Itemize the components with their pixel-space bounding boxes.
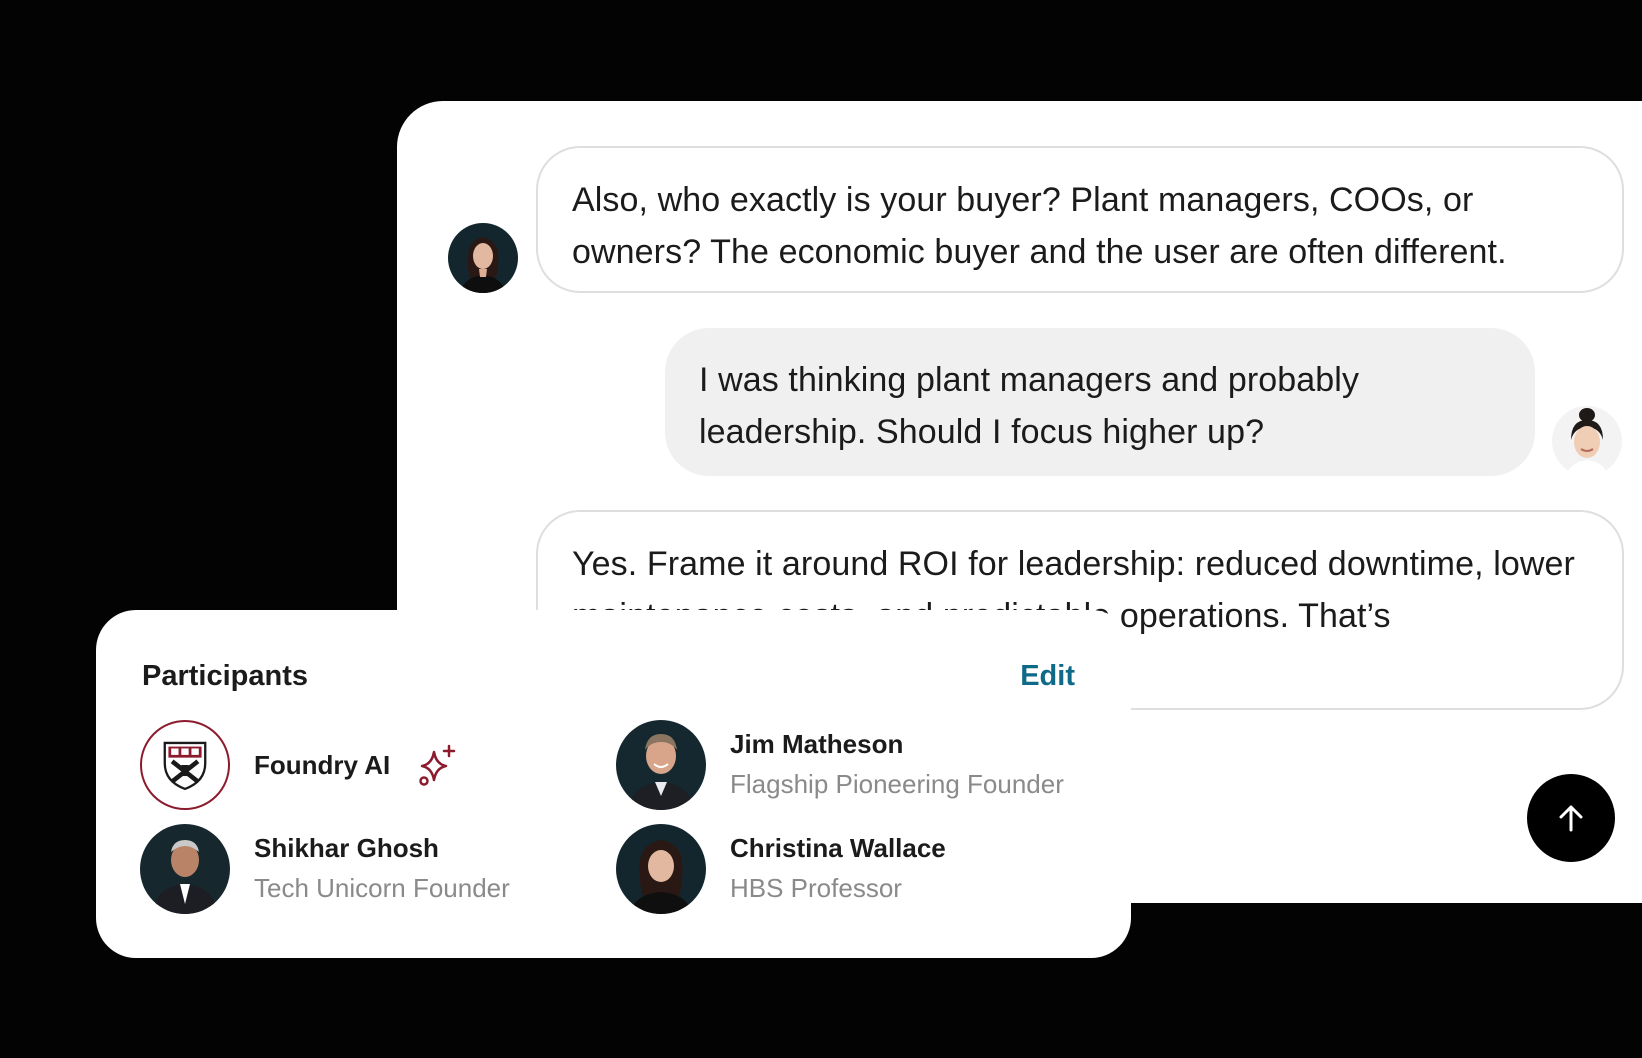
advisor-message: Also, who exactly is your buyer? Plant m… [536,146,1624,293]
arrow-up-icon [1559,805,1583,832]
participant-text: Jim Matheson Flagship Pioneering Founder [730,726,1064,804]
edit-participants-button[interactable]: Edit [1020,660,1075,693]
participant-role: HBS Professor [730,873,902,903]
user-avatar [1552,406,1622,476]
participant-text: Christina Wallace HBS Professor [730,830,946,908]
participant-text: Shikhar Ghosh Tech Unicorn Founder [254,830,510,908]
user-message: I was thinking plant managers and probab… [665,328,1535,476]
participant-foundry-ai[interactable]: Foundry AI [140,720,458,810]
participant-role: Flagship Pioneering Founder [730,769,1064,799]
participant-jim-matheson[interactable]: Jim Matheson Flagship Pioneering Founder [616,720,1064,810]
avatar [616,824,706,914]
avatar [616,720,706,810]
stage: Also, who exactly is your buyer? Plant m… [0,0,1642,1058]
participant-name: Jim Matheson [730,729,904,759]
sparkle-icon [419,744,456,786]
send-button[interactable] [1527,774,1615,862]
participant-name: Foundry AI [254,750,391,780]
advisor-avatar [448,223,518,293]
participant-christina-wallace[interactable]: Christina Wallace HBS Professor [616,824,946,914]
participant-role: Tech Unicorn Founder [254,873,510,903]
avatar [140,824,230,914]
participant-text: Foundry AI [254,747,390,783]
participant-name: Shikhar Ghosh [254,833,439,863]
participants-title: Participants [142,660,308,692]
participant-shikhar-ghosh[interactable]: Shikhar Ghosh Tech Unicorn Founder [140,824,510,914]
message-text: Also, who exactly is your buyer? Plant m… [572,181,1507,271]
participants-card: Participants Edit Foundry AI Jim Matheso… [96,610,1131,958]
participant-name: Christina Wallace [730,833,946,863]
message-text: I was thinking plant managers and probab… [699,361,1360,451]
shield-crest-logo [140,720,230,810]
